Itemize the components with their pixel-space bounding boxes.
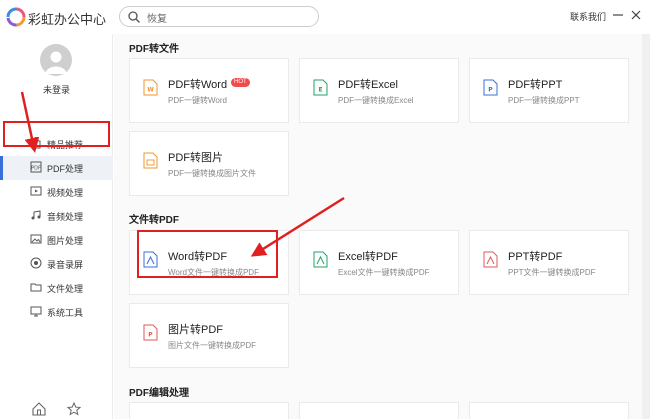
user-icon: [45, 51, 67, 74]
sidebar-item-audio[interactable]: 音频处理: [0, 204, 113, 228]
record-icon: [30, 257, 42, 269]
section-title: 文件转PDF: [129, 215, 179, 226]
sidebar-item-system[interactable]: 系统工具: [0, 300, 113, 324]
card-partial[interactable]: [299, 402, 459, 419]
card-pdf-to-excel[interactable]: E PDF转Excel PDF一键转换成Excel: [299, 58, 459, 123]
sidebar-nav: 精品推荐 PDF PDF处理 视频处理 音频处理 图片处理 录音录屏 文件处理 …: [0, 132, 113, 324]
card-pdf-to-ppt[interactable]: P PDF转PPT PDF一键转换成PPT: [469, 58, 629, 123]
monitor-icon: [30, 306, 42, 317]
image-file-icon: [143, 152, 158, 169]
audio-icon: [31, 210, 41, 220]
svg-text:P: P: [148, 332, 153, 339]
card-excel-to-pdf[interactable]: Excel转PDF Excel文件一键转换成PDF: [299, 230, 459, 295]
login-status[interactable]: 未登录: [0, 83, 113, 96]
sidebar-item-pdf[interactable]: PDF PDF处理: [0, 156, 113, 180]
card-pdf-to-image[interactable]: PDF转图片 PDF一键转换成图片文件: [129, 131, 289, 196]
close-icon[interactable]: [629, 8, 643, 22]
active-indicator: [0, 156, 3, 180]
app-title: 彩虹办公中心: [28, 12, 107, 27]
sidebar-item-video[interactable]: 视频处理: [0, 180, 113, 204]
card-title: PDF转PPT: [508, 79, 563, 91]
annotation-highlight-sidebar: [3, 121, 110, 147]
card-desc: PDF一键转换成Excel: [338, 96, 414, 105]
card-desc: PPT文件一键转换成PDF: [508, 268, 596, 277]
sidebar-item-record[interactable]: 录音录屏: [0, 252, 113, 276]
annotation-highlight-card: [137, 230, 278, 278]
svg-text:P: P: [488, 87, 493, 94]
card-desc: PDF一键转Word: [168, 96, 227, 105]
minimize-icon[interactable]: [611, 8, 625, 22]
card-pdf-to-word[interactable]: W PDF转Word HOT PDF一键转Word: [129, 58, 289, 123]
excel-file-icon: E: [313, 79, 328, 96]
title-bar: 彩虹办公中心 恢复 联系我们: [0, 0, 650, 34]
search-box[interactable]: 恢复: [119, 6, 319, 27]
card-desc: Excel文件一键转换成PDF: [338, 268, 430, 277]
card-title: Excel转PDF: [338, 251, 398, 263]
pdf-file-icon: [313, 251, 328, 268]
scrollbar[interactable]: [642, 34, 650, 419]
card-title: PDF转Excel: [338, 79, 398, 91]
card-desc: PDF一键转换成PPT: [508, 96, 580, 105]
pdf-file-icon: P: [143, 324, 158, 341]
sidebar-item-label: 文件处理: [47, 284, 84, 294]
card-partial[interactable]: [129, 402, 289, 419]
section-title: PDF编辑处理: [129, 388, 189, 399]
sidebar-footer: [0, 398, 113, 419]
hot-badge: HOT: [231, 78, 250, 87]
home-icon[interactable]: [31, 401, 47, 417]
sidebar-item-label: 图片处理: [47, 236, 84, 246]
svg-text:E: E: [318, 87, 322, 94]
card-desc: 图片文件一键转换成PDF: [168, 341, 256, 350]
card-image-to-pdf[interactable]: P 图片转PDF 图片文件一键转换成PDF: [129, 303, 289, 368]
sidebar-item-label: 视频处理: [47, 188, 84, 198]
sidebar: 未登录 精品推荐 PDF PDF处理 视频处理 音频处理 图片处理 录音录屏 文…: [0, 34, 113, 419]
sidebar-item-label: 录音录屏: [47, 260, 84, 270]
sidebar-item-image[interactable]: 图片处理: [0, 228, 113, 252]
pdf-file-icon: [483, 251, 498, 268]
svg-text:PDF: PDF: [31, 166, 41, 172]
ppt-file-icon: P: [483, 79, 498, 96]
card-title: 图片转PDF: [168, 324, 223, 336]
card-title: PDF转图片: [168, 152, 223, 164]
sidebar-item-label: 音频处理: [47, 212, 84, 222]
card-title: PDF转Word: [168, 79, 228, 91]
section-title: PDF转文件: [129, 44, 179, 55]
sidebar-item-label: 系统工具: [47, 308, 84, 318]
card-desc: PDF一键转换成图片文件: [168, 169, 256, 178]
svg-text:W: W: [147, 87, 154, 94]
contact-us-link[interactable]: 联系我们: [570, 10, 606, 23]
word-file-icon: W: [143, 79, 158, 96]
avatar[interactable]: [40, 44, 72, 76]
search-icon[interactable]: [127, 10, 141, 24]
pdf-icon: PDF: [30, 161, 42, 173]
card-partial[interactable]: [469, 402, 629, 419]
sidebar-item-label: PDF处理: [47, 164, 84, 174]
video-icon: [30, 186, 42, 196]
sidebar-item-file[interactable]: 文件处理: [0, 276, 113, 300]
search-input[interactable]: 恢复: [147, 10, 167, 25]
card-title: PPT转PDF: [508, 251, 563, 263]
star-icon[interactable]: [66, 401, 82, 417]
folder-icon: [30, 283, 42, 292]
main-content: PDF转文件 W PDF转Word HOT PDF一键转Word E PDF转E…: [114, 34, 650, 419]
rainbow-logo-icon: [6, 7, 26, 27]
card-ppt-to-pdf[interactable]: PPT转PDF PPT文件一键转换成PDF: [469, 230, 629, 295]
image-icon: [30, 234, 42, 244]
